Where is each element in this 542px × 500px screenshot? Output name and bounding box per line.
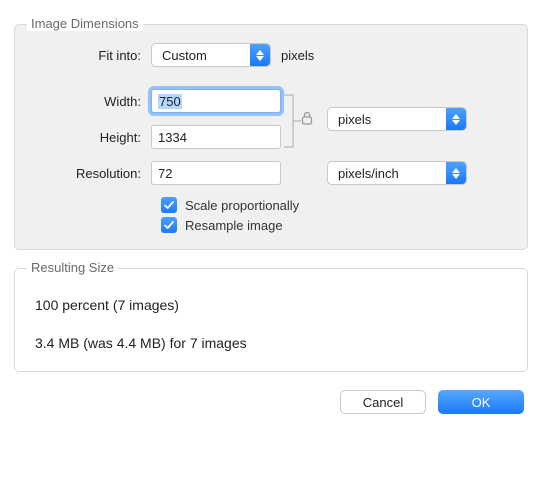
result-line-1: 100 percent (7 images) — [35, 297, 511, 313]
width-height-block: Width: 750 Height: 1334 — [31, 89, 511, 161]
fit-into-label: Fit into: — [31, 48, 151, 63]
fit-into-row: Fit into: Custom pixels — [31, 43, 511, 67]
resolution-row: Resolution: 72 pixels/inch — [31, 161, 511, 185]
resolution-unit-value: pixels/inch — [328, 166, 446, 181]
width-label: Width: — [31, 94, 151, 109]
result-line-2: 3.4 MB (was 4.4 MB) for 7 images — [35, 335, 511, 351]
height-input[interactable]: 1334 — [151, 125, 281, 149]
stepper-arrows-icon — [446, 162, 466, 184]
image-dimensions-group: Image Dimensions Fit into: Custom pixels… — [14, 24, 528, 250]
link-bracket — [281, 89, 321, 149]
resample-image-label: Resample image — [185, 218, 283, 233]
wh-unit-select[interactable]: pixels — [327, 107, 467, 131]
height-label: Height: — [31, 130, 151, 145]
width-row: Width: 750 — [31, 89, 281, 113]
resolution-input[interactable]: 72 — [151, 161, 281, 185]
resulting-size-title: Resulting Size — [27, 260, 118, 275]
checkbox-checked-icon — [161, 217, 177, 233]
resolution-label: Resolution: — [31, 166, 151, 181]
stepper-arrows-icon — [446, 108, 466, 130]
fit-into-select[interactable]: Custom — [151, 43, 271, 67]
checkbox-checked-icon — [161, 197, 177, 213]
cancel-button[interactable]: Cancel — [340, 390, 426, 414]
resolution-unit-select[interactable]: pixels/inch — [327, 161, 467, 185]
height-row: Height: 1334 — [31, 125, 281, 149]
dialog-buttons: Cancel OK — [14, 390, 528, 414]
fit-into-unit: pixels — [271, 48, 314, 63]
width-input[interactable]: 750 — [151, 89, 281, 113]
fit-into-value: Custom — [152, 48, 250, 63]
wh-unit-value: pixels — [328, 112, 446, 127]
ok-button[interactable]: OK — [438, 390, 524, 414]
image-dimensions-title: Image Dimensions — [27, 16, 143, 31]
resample-image-row[interactable]: Resample image — [161, 217, 511, 233]
scale-proportionally-row[interactable]: Scale proportionally — [161, 197, 511, 213]
stepper-arrows-icon — [250, 44, 270, 66]
resulting-size-group: Resulting Size 100 percent (7 images) 3.… — [14, 268, 528, 372]
scale-proportionally-label: Scale proportionally — [185, 198, 299, 213]
